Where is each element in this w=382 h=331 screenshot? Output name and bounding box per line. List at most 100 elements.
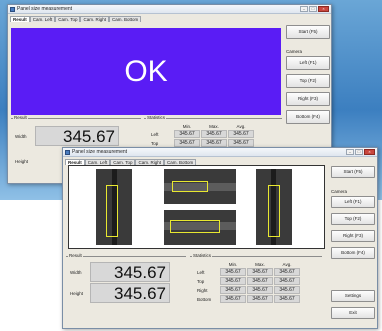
max-value: 345.67 — [247, 268, 273, 276]
maximize-icon[interactable]: □ — [309, 6, 317, 12]
width-row: Width 345.67 — [11, 126, 119, 146]
width-label: Width — [15, 133, 27, 139]
camera-right-button[interactable]: Right (F3) — [331, 230, 375, 242]
header-avg: Avg. — [236, 123, 246, 129]
width-value: 345.67 — [35, 126, 119, 146]
header-min: Min. — [228, 261, 238, 267]
start-button[interactable]: Start (F5) — [331, 166, 375, 178]
row-label: Bottom — [197, 296, 212, 302]
table-row: Left 345.67 345.67 345.67 — [149, 130, 254, 138]
close-icon[interactable]: × — [364, 149, 375, 155]
statistics-table: Min. Max. Avg. Left 345.67 345.67 345.67… — [148, 122, 255, 148]
exit-button[interactable]: Exit — [331, 307, 375, 319]
height-row: Height 345.67 — [66, 283, 170, 303]
tab-cam-bottom[interactable]: Cam. Bottom — [108, 16, 142, 22]
result-label: Result — [13, 115, 28, 120]
height-row: Height — [11, 159, 35, 164]
min-value: 345.67 — [220, 277, 246, 285]
min-value: 345.67 — [174, 130, 200, 138]
avg-value: 345.67 — [274, 286, 300, 294]
camera-top-button[interactable]: Top (F2) — [286, 74, 330, 88]
min-value: 345.67 — [220, 268, 246, 276]
detection-box — [106, 185, 118, 237]
measurement-window-front: Panel size measurement – □ × Result Cam.… — [62, 147, 378, 329]
min-value: 345.67 — [174, 139, 200, 147]
camera-image-right — [256, 169, 292, 245]
avg-value: 345.67 — [274, 268, 300, 276]
min-value: 345.67 — [220, 295, 246, 303]
tab-cam-left[interactable]: Cam. Left — [29, 16, 56, 22]
result-label: Result — [68, 253, 83, 258]
tab-bar: Result Cam. Left Cam. Top Cam. Right Cam… — [8, 14, 331, 22]
table-row: Top 345.67 345.67 345.67 — [195, 277, 300, 285]
app-icon — [65, 149, 70, 155]
camera-left-button[interactable]: Left (F1) — [286, 56, 330, 70]
tab-cam-top[interactable]: Cam. Top — [55, 16, 81, 22]
max-value: 345.67 — [247, 277, 273, 285]
table-row: Top 345.67 345.67 345.67 — [149, 139, 254, 147]
close-icon[interactable]: × — [318, 6, 329, 12]
height-label: Height — [70, 290, 84, 296]
settings-button[interactable]: Settings — [331, 290, 375, 302]
minimize-icon[interactable]: – — [346, 149, 354, 155]
height-value: 345.67 — [90, 283, 170, 303]
row-label: Right — [197, 287, 208, 293]
table-row: Right 345.67 345.67 345.67 — [195, 286, 300, 294]
header-min: Min. — [182, 123, 192, 129]
control-sidebar: Start (F5) Camera Left (F1) Top (F2) Rig… — [331, 166, 375, 324]
max-value: 345.67 — [247, 295, 273, 303]
avg-value: 345.67 — [228, 130, 254, 138]
camera-group-label: Camera — [286, 49, 303, 54]
table-row: Bottom 345.67 345.67 345.67 — [195, 295, 300, 303]
avg-value: 345.67 — [274, 277, 300, 285]
camera-bottom-button[interactable]: Bottom (F4) — [331, 247, 375, 259]
row-label: Top — [197, 278, 205, 284]
min-value: 345.67 — [220, 286, 246, 294]
header-max: Max. — [255, 261, 265, 267]
width-row: Width 345.67 — [66, 262, 170, 282]
camera-left-button[interactable]: Left (F1) — [331, 196, 375, 208]
header-avg: Avg. — [282, 261, 292, 267]
statistics-label: Statistics — [146, 115, 167, 120]
status-panel: OK — [11, 28, 281, 115]
avg-value: 345.67 — [228, 139, 254, 147]
start-button[interactable]: Start (F5) — [286, 25, 330, 39]
width-value: 345.67 — [90, 262, 170, 282]
camera-top-button[interactable]: Top (F2) — [331, 213, 375, 225]
title-bar[interactable]: Panel size measurement – □ × — [8, 5, 331, 14]
title-bar[interactable]: Panel size measurement – □ × — [63, 148, 377, 157]
maximize-icon[interactable]: □ — [355, 149, 363, 155]
statistics-table: Min. Max. Avg. Left 345.67 345.67 345.67… — [194, 260, 301, 304]
detection-box — [268, 185, 280, 237]
statistics-group: Statistics Min. Max. Avg. Left 345.67 34… — [190, 253, 322, 328]
app-icon — [10, 6, 15, 12]
minimize-icon[interactable]: – — [300, 6, 308, 12]
tab-cam-right[interactable]: Cam. Right — [80, 16, 109, 22]
camera-bottom-button[interactable]: Bottom (F4) — [286, 110, 330, 124]
tab-result[interactable]: Result — [10, 16, 30, 22]
camera-image-left — [96, 169, 132, 245]
table-row: Left 345.67 345.67 345.67 — [195, 268, 300, 276]
detection-box — [172, 181, 208, 192]
tab-bar: Result Cam. Left Cam. Top Cam. Right Cam… — [63, 157, 377, 165]
detection-box — [170, 220, 220, 233]
window-title: Panel size measurement — [17, 6, 73, 12]
statistics-label: Statistics — [192, 253, 213, 258]
result-group: Result Width 345.67 Height 345.67 — [66, 253, 186, 328]
max-value: 345.67 — [201, 130, 227, 138]
camera-image-top — [164, 169, 236, 204]
row-label: Left — [197, 269, 205, 275]
camera-right-button[interactable]: Right (F3) — [286, 92, 330, 106]
width-label: Width — [70, 269, 82, 275]
camera-image-area — [68, 165, 325, 249]
header-max: Max. — [209, 123, 219, 129]
avg-value: 345.67 — [274, 295, 300, 303]
window-title: Panel size measurement — [72, 149, 128, 155]
max-value: 345.67 — [201, 139, 227, 147]
max-value: 345.67 — [247, 286, 273, 294]
camera-image-bottom — [164, 210, 236, 245]
control-sidebar: Start (F5) Camera Left (F1) Top (F2) Rig… — [286, 25, 330, 128]
row-label: Left — [151, 131, 159, 137]
height-label: Height — [15, 159, 29, 164]
camera-group-label: Camera — [331, 189, 348, 194]
